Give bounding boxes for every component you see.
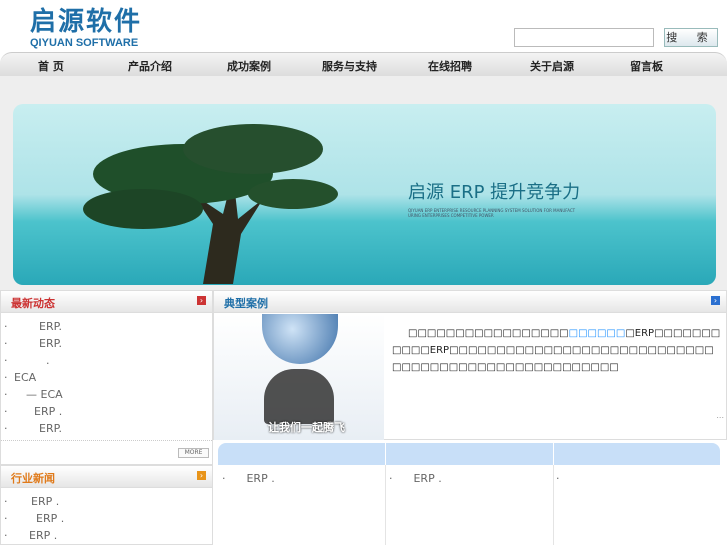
nav-service[interactable]: 服务与支持 <box>322 58 377 74</box>
list-item[interactable]: · ERP. <box>1 335 212 352</box>
bottom-col3-item[interactable]: · <box>556 472 560 485</box>
chevron-right-icon[interactable]: › <box>197 296 206 305</box>
case-ellipsis: ... <box>716 411 724 420</box>
list-item[interactable]: · ERP. <box>1 318 212 335</box>
list-item[interactable]: · ERP. <box>1 420 212 437</box>
list-item[interactable]: · — ECA <box>1 386 212 403</box>
main-nav: 首 页 产品介绍 成功案例 服务与支持 在线招聘 关于启源 留言板 <box>0 52 727 76</box>
logo[interactable]: 启源软件 QIYUAN SOFTWARE <box>30 8 142 49</box>
nav-about[interactable]: 关于启源 <box>530 58 574 74</box>
globe-icon <box>262 314 338 364</box>
list-item[interactable]: · ECA <box>1 369 212 386</box>
tree-illustration <box>83 124 338 284</box>
search-button[interactable]: 搜 索 <box>664 28 718 47</box>
people-silhouette <box>264 369 334 424</box>
list-item[interactable]: · ERP . <box>1 510 212 527</box>
news-title: 最新动态 <box>11 297 55 310</box>
industry-panel: 行业新闻 › · ERP . · ERP . · ERP . <box>0 465 213 545</box>
search-input[interactable] <box>514 28 654 47</box>
cases-title: 典型案例 <box>224 297 268 310</box>
bottom-col2-item[interactable]: · ERP . <box>389 472 442 485</box>
list-item[interactable]: · ERP . <box>1 527 212 544</box>
nav-guestbook[interactable]: 留言板 <box>630 58 663 74</box>
case-link[interactable]: □□□□□□ <box>569 328 626 339</box>
case-description: □□□□□□□□□□□□□□□□□□□□□□□□ERP□□□□□□□□□□□ER… <box>392 328 721 373</box>
case-image[interactable]: 让我们一起腾飞 <box>214 314 384 440</box>
case-columns-header <box>218 443 720 465</box>
list-item[interactable]: · ERP . <box>1 493 212 510</box>
nav-home[interactable]: 首 页 <box>38 58 64 74</box>
nav-products[interactable]: 产品介绍 <box>128 58 172 74</box>
logo-english: QIYUAN SOFTWARE <box>30 37 139 49</box>
case-image-caption: 让我们一起腾飞 <box>268 421 345 434</box>
more-button[interactable]: MORE <box>178 448 209 458</box>
list-item[interactable]: · ERP . <box>1 403 212 420</box>
cases-panel: 典型案例 › 让我们一起腾飞 □□□□□□□□□□□□□□□□□□□□□□□□ER… <box>213 290 727 440</box>
nav-cases[interactable]: 成功案例 <box>227 58 271 74</box>
banner: 启源 ERP 提升竞争力 QIYUAN ERP ENTERPRISE RESOU… <box>13 104 716 285</box>
banner-title: 启源 ERP 提升竞争力 <box>408 182 581 203</box>
news-panel: 最新动态 › · ERP. · ERP. ·. · ECA · — ECA · ERP . … <box>0 290 213 465</box>
bottom-col1-item[interactable]: · ERP . <box>222 472 275 485</box>
list-item[interactable]: ·. <box>1 352 212 369</box>
logo-chinese: 启源软件 <box>30 7 143 37</box>
chevron-right-icon[interactable]: › <box>197 471 206 480</box>
banner-subtitle: QIYUAN ERP ENTERPRISE RESOURCE PLANNING … <box>408 208 576 218</box>
nav-jobs[interactable]: 在线招聘 <box>428 58 472 74</box>
industry-title: 行业新闻 <box>11 472 55 485</box>
chevron-right-icon[interactable]: › <box>711 296 720 305</box>
